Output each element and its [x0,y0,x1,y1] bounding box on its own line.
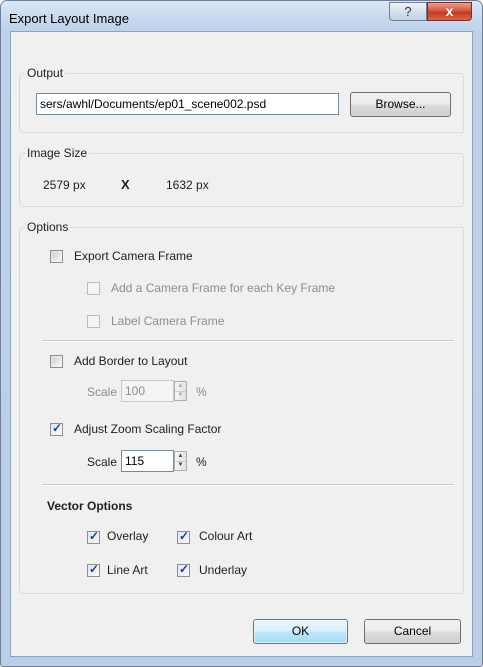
add-border-label: Add Border to Layout [74,354,188,368]
close-button[interactable]: x [427,2,472,21]
output-path-input[interactable] [36,93,339,115]
close-icon: x [445,3,454,19]
export-camera-frame-checkbox[interactable] [50,250,63,263]
options-divider-1 [42,340,454,342]
camera-frame-each-key-label: Add a Camera Frame for each Key Frame [111,281,336,295]
check-icon: ✓ [179,529,190,543]
colour-art-label: Colour Art [199,529,253,543]
cancel-button[interactable]: Cancel [364,619,461,644]
label-camera-frame-checkbox[interactable] [87,315,100,328]
title-bar[interactable]: Export Layout Image ? x [1,1,482,31]
image-height-value: 1632 px [166,178,209,192]
adjust-zoom-label: Adjust Zoom Scaling Factor [74,422,222,436]
check-icon: ✓ [89,529,100,543]
camera-frame-each-key-checkbox[interactable] [87,282,100,295]
dialog-title: Export Layout Image [9,11,129,26]
zoom-scale-label: Scale [87,455,118,469]
colour-art-checkbox[interactable]: ✓ [177,529,190,544]
border-scale-input[interactable] [121,380,174,402]
border-scale-spinner[interactable]: ▲ ▼ [174,381,187,401]
line-art-checkbox[interactable]: ✓ [87,562,100,577]
label-camera-frame-label: Label Camera Frame [111,314,225,328]
vector-options-title: Vector Options [47,499,133,513]
check-icon: ✓ [179,562,190,576]
underlay-checkbox[interactable]: ✓ [177,562,190,577]
options-group-label: Options [25,220,71,234]
size-separator-x: X [121,177,130,192]
line-art-label: Line Art [107,563,148,577]
overlay-label: Overlay [107,529,149,543]
add-border-checkbox[interactable] [50,355,63,368]
options-divider-2 [42,484,454,486]
dialog-window: Export Layout Image ? x Output Browse...… [0,0,483,667]
arrow-down-icon[interactable]: ▼ [175,461,186,470]
check-icon: ✓ [89,562,100,576]
arrow-down-icon[interactable]: ▼ [175,391,186,400]
image-width-value: 2579 px [43,178,86,192]
adjust-zoom-checkbox[interactable]: ✓ [50,421,63,436]
zoom-scale-input[interactable] [121,450,174,472]
underlay-label: Underlay [199,563,248,577]
border-scale-unit: % [196,385,207,399]
ok-button[interactable]: OK [253,619,348,644]
image-size-group: Image Size [19,146,464,207]
dialog-client-area: Output Browse... Image Size 2579 px X 16… [10,31,473,657]
overlay-checkbox[interactable]: ✓ [87,529,100,544]
check-icon: ✓ [52,421,63,435]
browse-button[interactable]: Browse... [350,92,451,117]
zoom-scale-spinner[interactable]: ▲ ▼ [174,451,187,471]
border-scale-label: Scale [87,385,118,399]
export-camera-frame-label: Export Camera Frame [74,249,193,263]
output-group-label: Output [25,66,66,80]
help-button[interactable]: ? [389,2,427,21]
help-icon: ? [404,4,412,19]
zoom-scale-unit: % [196,455,207,469]
image-size-group-label: Image Size [25,146,90,160]
